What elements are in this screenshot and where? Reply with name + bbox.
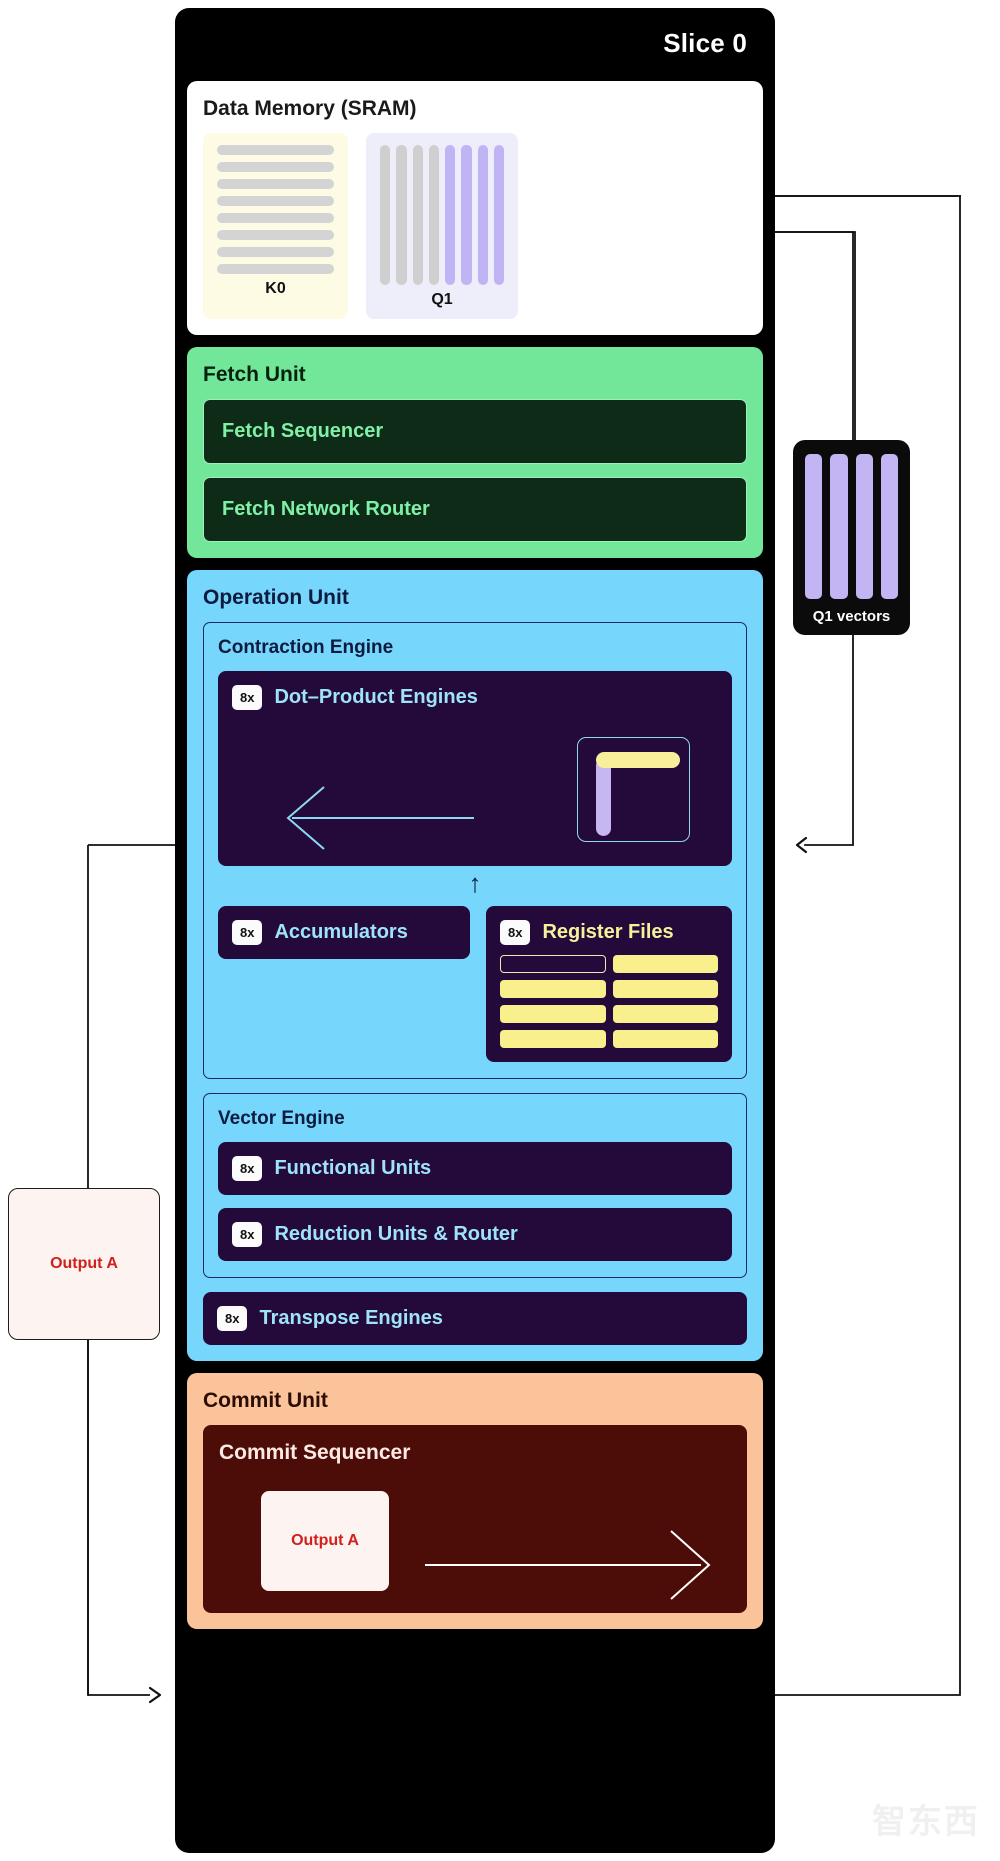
register-cell bbox=[612, 955, 718, 973]
register-cell bbox=[612, 1030, 718, 1048]
register-files-grid bbox=[500, 955, 718, 1048]
transpose-engines-box[interactable]: 8x Transpose Engines bbox=[203, 1292, 747, 1345]
q1-vector-bar bbox=[805, 454, 823, 599]
output-a-card-label: Output A bbox=[50, 1255, 118, 1272]
q1-vectors-label: Q1 vectors bbox=[812, 608, 891, 625]
commit-sequencer-box[interactable]: Commit Sequencer Output A bbox=[203, 1425, 747, 1613]
data-memory-blocks: K0 Q1 bbox=[203, 133, 747, 319]
q1-vectors-card[interactable]: Q1 vectors bbox=[793, 440, 910, 635]
register-cell bbox=[612, 980, 718, 998]
q1-vector-bar bbox=[880, 454, 898, 599]
accumulators-badge: 8x bbox=[232, 920, 263, 945]
diagram-canvas: Q1 vectors Output A Slice 0 Data Memory … bbox=[0, 0, 1000, 1861]
slice-title: Slice 0 bbox=[663, 28, 747, 58]
register-files-header: 8x Register Files bbox=[500, 920, 718, 945]
operation-unit-title: Operation Unit bbox=[203, 586, 349, 609]
accumulators-label: Accumulators bbox=[274, 921, 408, 943]
dot-product-engines-badge: 8x bbox=[232, 685, 263, 710]
slice-chassis: Slice 0 Data Memory (SRAM) K0 Q1 Fetch U… bbox=[175, 8, 775, 1853]
q1-bar-accent bbox=[493, 145, 504, 285]
commit-output-card[interactable]: Output A bbox=[261, 1491, 389, 1591]
register-files-badge: 8x bbox=[500, 920, 531, 945]
vector-engine-title: Vector Engine bbox=[218, 1108, 345, 1129]
functional-units-label: Functional Units bbox=[274, 1157, 432, 1179]
q1-vectors-bars bbox=[805, 454, 898, 599]
k0-bars bbox=[217, 145, 334, 274]
arrowhead-into-dpe bbox=[795, 836, 808, 854]
register-cell bbox=[500, 1005, 606, 1023]
contraction-engine-group: Contraction Engine 8x Dot–Product Engine… bbox=[203, 622, 747, 1079]
k0-bar bbox=[217, 230, 334, 240]
commit-output-card-label: Output A bbox=[291, 1532, 359, 1549]
operation-unit-panel: Operation Unit Contraction Engine 8x Dot… bbox=[187, 570, 763, 1361]
reduction-units-label: Reduction Units & Router bbox=[274, 1223, 518, 1245]
commit-unit-title: Commit Unit bbox=[203, 1389, 328, 1412]
q1-bar-accent bbox=[461, 145, 472, 285]
k0-bar bbox=[217, 196, 334, 206]
arrowhead-into-commit bbox=[148, 1686, 162, 1704]
reduction-units-box[interactable]: 8x Reduction Units & Router bbox=[218, 1208, 732, 1261]
accumulators-box[interactable]: 8x Accumulators bbox=[218, 906, 470, 959]
transpose-engines-label: Transpose Engines bbox=[259, 1307, 443, 1329]
fetch-network-router-box[interactable]: Fetch Network Router bbox=[203, 477, 747, 542]
memory-block-k0[interactable]: K0 bbox=[203, 133, 348, 319]
functional-units-box[interactable]: 8x Functional Units bbox=[218, 1142, 732, 1195]
q1-bar bbox=[428, 145, 439, 285]
dot-product-left-arrow-icon bbox=[286, 786, 474, 850]
commit-unit-panel: Commit Unit Commit Sequencer Output A bbox=[187, 1373, 763, 1629]
k0-bar bbox=[217, 264, 334, 274]
q1-bar bbox=[396, 145, 407, 285]
dot-product-engines-label: Dot–Product Engines bbox=[274, 686, 478, 708]
data-memory-panel: Data Memory (SRAM) K0 Q1 bbox=[187, 81, 763, 335]
memory-block-q1[interactable]: Q1 bbox=[366, 133, 518, 319]
q1-bar-accent bbox=[477, 145, 488, 285]
memory-block-q1-label: Q1 bbox=[431, 291, 453, 308]
register-files-label: Register Files bbox=[542, 921, 674, 943]
register-cell bbox=[500, 980, 606, 998]
data-memory-title: Data Memory (SRAM) bbox=[203, 97, 417, 120]
fetch-unit-panel: Fetch Unit Fetch Sequencer Fetch Network… bbox=[187, 347, 763, 558]
k0-bar bbox=[217, 213, 334, 223]
vector-engine-group: Vector Engine 8x Functional Units 8x Red… bbox=[203, 1093, 747, 1278]
contraction-lower-row: 8x Accumulators 8x Register Files bbox=[218, 906, 732, 1062]
q1-bar bbox=[412, 145, 423, 285]
reduction-units-badge: 8x bbox=[232, 1222, 263, 1247]
fetch-unit-title: Fetch Unit bbox=[203, 363, 306, 386]
commit-sequencer-title: Commit Sequencer bbox=[219, 1441, 411, 1464]
transpose-engines-badge: 8x bbox=[217, 1306, 248, 1331]
q1-bar bbox=[380, 145, 391, 285]
dot-product-engines-header: 8x Dot–Product Engines bbox=[232, 685, 718, 710]
register-files-box[interactable]: 8x Register Files bbox=[486, 906, 732, 1062]
output-a-card[interactable]: Output A bbox=[8, 1188, 160, 1340]
register-cell bbox=[500, 955, 606, 973]
register-cell bbox=[612, 1005, 718, 1023]
fetch-sequencer-box[interactable]: Fetch Sequencer bbox=[203, 399, 747, 464]
k0-bar bbox=[217, 179, 334, 189]
k0-bar bbox=[217, 162, 334, 172]
contraction-engine-title: Contraction Engine bbox=[218, 637, 394, 658]
dot-product-engines-box[interactable]: 8x Dot–Product Engines bbox=[218, 671, 732, 866]
contraction-up-arrow-icon: ↑ bbox=[468, 868, 482, 898]
register-cell bbox=[500, 1030, 606, 1048]
functional-units-badge: 8x bbox=[232, 1156, 263, 1181]
mini-vector-bar bbox=[596, 758, 611, 836]
wire-commit-to-memory bbox=[774, 195, 961, 1696]
mini-weight-bar bbox=[596, 752, 680, 768]
q1-bars bbox=[380, 145, 504, 285]
dot-product-mini-tile bbox=[577, 737, 690, 842]
commit-right-arrow-icon bbox=[425, 1530, 711, 1600]
k0-bar bbox=[217, 247, 334, 257]
memory-block-k0-label: K0 bbox=[265, 280, 286, 297]
watermark: 智东西 bbox=[872, 1802, 980, 1842]
k0-bar bbox=[217, 145, 334, 155]
q1-vector-bar bbox=[855, 454, 873, 599]
q1-bar-accent bbox=[445, 145, 456, 285]
q1-vector-bar bbox=[830, 454, 848, 599]
